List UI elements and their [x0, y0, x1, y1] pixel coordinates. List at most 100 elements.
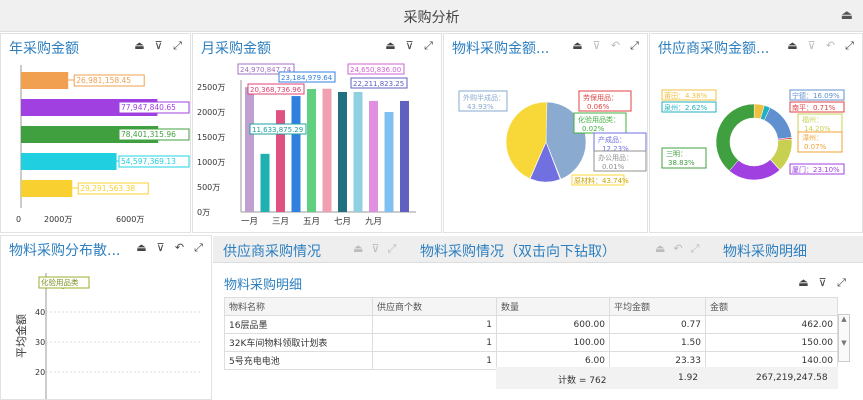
data-label: 0.06%: [587, 103, 610, 111]
cell: 0.77: [609, 315, 706, 334]
data-label: 26,981,158.45: [76, 76, 131, 85]
col-header[interactable]: 物料名称: [224, 297, 373, 316]
col-header[interactable]: 数量: [496, 297, 610, 316]
export-icon[interactable]: ⏏: [571, 39, 584, 53]
bar: [307, 89, 316, 212]
data-label: 38.83%: [668, 159, 695, 167]
table-footer: 计数 = 762 1.92 267,219,247.58: [496, 367, 838, 389]
table-header-row: 物料名称 供应商个数 数量 平均金额 金额: [224, 297, 838, 316]
col-header[interactable]: 平均金额: [609, 297, 706, 316]
data-label: 11,633,875.29: [252, 126, 303, 134]
panel-title: 年采购金额: [9, 41, 79, 57]
footer-total: 267,219,247.58: [756, 373, 828, 383]
x-tick-label: 七月: [334, 217, 351, 227]
page-header: 采购分析 ⏏: [0, 0, 863, 32]
data-label: 劳保用品：: [583, 93, 618, 102]
data-label: 0.02%: [582, 125, 605, 133]
filter-clear-icon[interactable]: ⊽: [371, 242, 379, 256]
data-label: 三明：: [666, 150, 687, 158]
fullscreen-icon[interactable]: ⤢: [422, 39, 435, 53]
export-icon[interactable]: ⏏: [841, 8, 853, 23]
panel-tools: ⏏ ⊽ ⤢: [133, 39, 184, 53]
export-icon[interactable]: ⏏: [655, 242, 665, 256]
fullscreen-icon[interactable]: ⤢: [192, 241, 205, 255]
filter-clear-icon[interactable]: ⊽: [805, 39, 818, 53]
export-icon[interactable]: ⏏: [384, 39, 397, 53]
undo-icon[interactable]: ↶: [173, 241, 186, 255]
col-header[interactable]: 供应商个数: [372, 297, 497, 316]
bar: [260, 153, 270, 212]
table-row[interactable]: 16层品墨 1 600.00 0.77 462.00: [224, 315, 838, 334]
data-label: 54,597,369.13: [121, 157, 176, 166]
undo-icon[interactable]: ↶: [609, 39, 622, 53]
tab-material-purchase[interactable]: 物料采购情况（双击向下钻取）: [420, 241, 616, 261]
filter-clear-icon[interactable]: ⊽: [816, 276, 829, 290]
export-icon[interactable]: ⏏: [353, 242, 363, 256]
tab-bar: 供应商采购情况 ⏏ ⊽ ⤢ 物料采购情况（双击向下钻取） ⏏ ↶ ⤢ 物料采购明…: [213, 236, 863, 263]
panel-title: 供应商采购金额...: [658, 41, 770, 57]
detail-tools: ⏏ ⊽ ⤢: [797, 276, 848, 290]
bar: [369, 100, 378, 212]
filter-clear-icon[interactable]: ⊽: [152, 39, 165, 53]
y-axis-label: 平均金额: [14, 314, 28, 358]
export-icon[interactable]: ⏏: [797, 276, 810, 290]
year-bar-chart: 26,981,158.45 77,947,840.65 78,401,315.96 5…: [16, 65, 190, 224]
y-tick-label: 0万: [197, 208, 210, 217]
cell: 1: [372, 351, 497, 370]
export-icon[interactable]: ⏏: [786, 39, 799, 53]
y-tick-label: 500万: [197, 183, 220, 192]
fullscreen-icon[interactable]: ⤢: [387, 242, 396, 256]
tab-material-detail[interactable]: 物料采购明细: [723, 241, 807, 261]
data-label: 泉州：2.62%: [664, 103, 708, 112]
footer-avg: 1.92: [678, 373, 699, 383]
data-label: 0.07%: [804, 143, 827, 151]
panel-scatter: 物料采购分布散... ⏏ ⊽ ↶ ⤢ 40 30 20 平均金额 化验用品类: [0, 235, 212, 400]
bar: [400, 100, 409, 212]
fullscreen-icon[interactable]: ⤢: [171, 39, 184, 53]
bar: [245, 87, 254, 212]
fullscreen-icon[interactable]: ⤢: [843, 39, 856, 53]
col-header[interactable]: 金额: [705, 297, 838, 316]
material-pie-chart: 外购半成品：43.93%劳保用品：0.06%化验用品类：0.02%产成品：12.…: [458, 90, 647, 186]
filter-clear-icon[interactable]: ⊽: [403, 39, 416, 53]
footer-count: 计数 = 762: [558, 376, 607, 386]
cell: 16层品墨: [224, 315, 373, 334]
data-label: 20,368,736.96: [250, 86, 302, 94]
bar: [21, 72, 69, 89]
table-scrollbar[interactable]: ▲ ▼: [838, 314, 850, 362]
month-bar-chart: 0万500万1000万1500万2000万2500万一月 三月 五月 七月 九月24,9…: [197, 63, 416, 227]
undo-icon[interactable]: ↶: [673, 242, 682, 256]
data-label: 化验用品类：: [578, 115, 620, 124]
filter-clear-icon[interactable]: ⊽: [154, 241, 167, 255]
x-tick-label: 一月: [241, 217, 258, 227]
panel-tools: ⏏ ⊽ ⤢: [384, 39, 435, 53]
cell: 1.50: [609, 333, 706, 352]
x-tick-label: 九月: [365, 217, 382, 227]
data-label: 77,947,840.65: [121, 103, 176, 112]
x-tick-label: 6000万: [116, 215, 144, 224]
panel-month-purchase: 月采购金额 ⏏ ⊽ ⤢ 0万 500万 1000万 1500万 2000万 2500万 一月…: [192, 33, 442, 233]
panel-title: 物料采购金额...: [452, 41, 550, 57]
data-label: 福州：: [802, 115, 823, 124]
y-tick-label: 2500万: [197, 83, 225, 92]
undo-icon[interactable]: ↶: [824, 39, 837, 53]
bar: [353, 92, 363, 212]
panel-tools: ⏏ ⊽ ↶ ⤢: [135, 241, 205, 255]
fullscreen-icon[interactable]: ⤢: [628, 39, 641, 53]
bar: [338, 92, 347, 212]
x-tick-label: 三月: [272, 217, 289, 227]
pie-slice: [763, 107, 793, 140]
data-label: 外购半成品：: [463, 93, 505, 102]
filter-clear-icon[interactable]: ⊽: [590, 39, 603, 53]
data-label: 莆田：4.38%: [664, 91, 708, 100]
panel-title: 物料采购分布散...: [9, 243, 121, 259]
y-tick-label: 1500万: [197, 133, 225, 142]
data-label: 43.93%: [467, 103, 494, 111]
export-icon[interactable]: ⏏: [135, 241, 148, 255]
fullscreen-icon[interactable]: ⤢: [691, 242, 700, 256]
tab-supplier-purchase[interactable]: 供应商采购情况: [223, 241, 321, 261]
table-row[interactable]: 32K车间物料领取计划表 1 100.00 1.50 150.00: [224, 333, 838, 352]
export-icon[interactable]: ⏏: [133, 39, 146, 53]
fullscreen-icon[interactable]: ⤢: [835, 276, 848, 290]
bar: [384, 112, 394, 212]
